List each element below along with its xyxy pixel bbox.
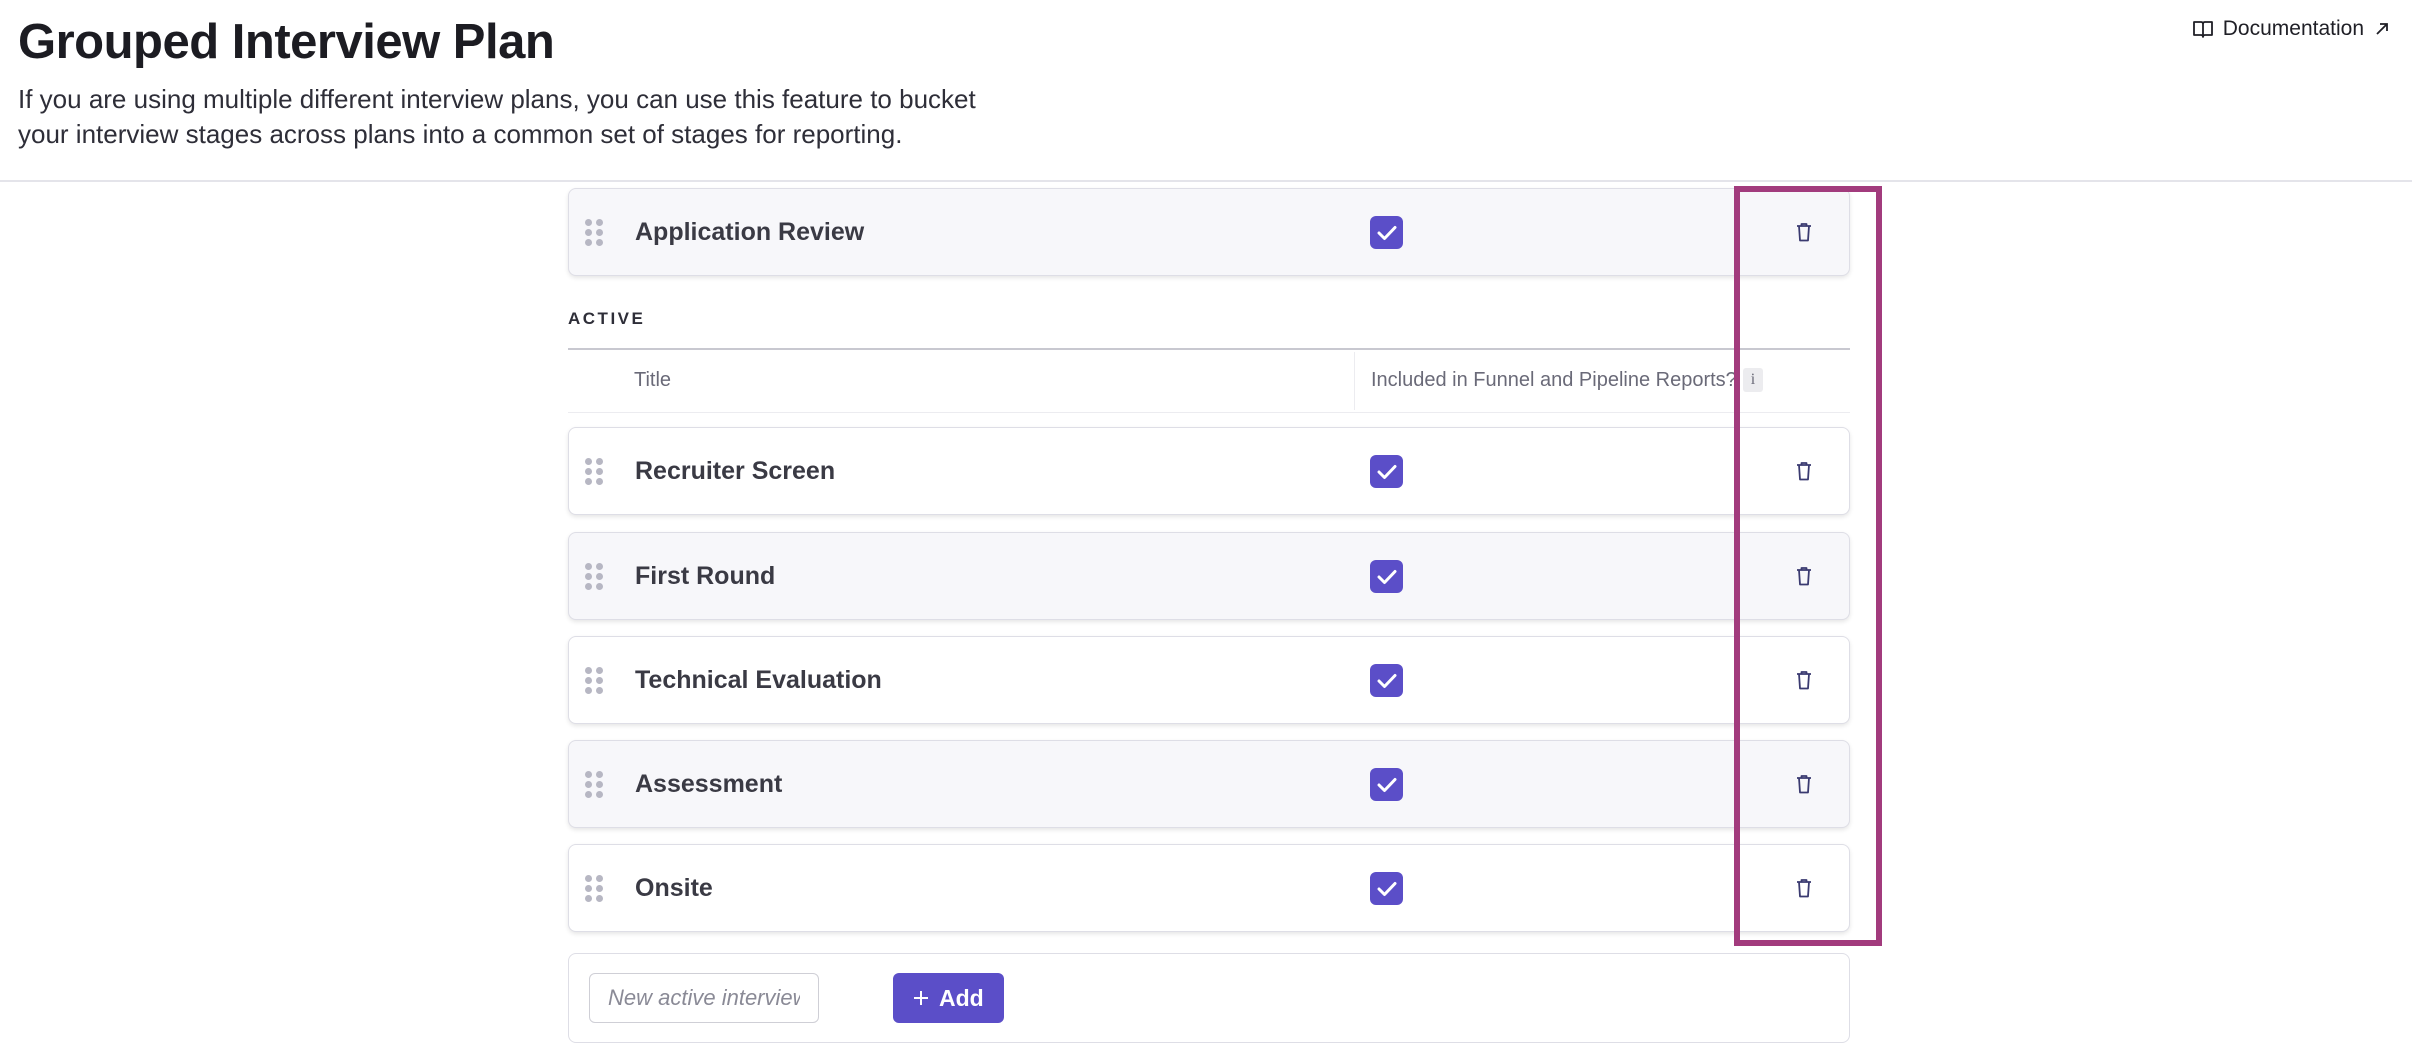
documentation-label: Documentation xyxy=(2222,17,2364,40)
included-checkbox[interactable] xyxy=(1370,664,1403,697)
stage-row-first-round: First Round xyxy=(568,532,1850,620)
included-checkbox[interactable] xyxy=(1370,768,1403,801)
checkmark-icon xyxy=(1377,881,1396,896)
stage-title: Onsite xyxy=(635,874,713,902)
column-divider xyxy=(1354,352,1355,410)
external-link-icon xyxy=(2374,21,2390,37)
trash-icon[interactable] xyxy=(1793,219,1815,245)
info-icon[interactable]: i xyxy=(1743,368,1763,392)
stage-title: Assessment xyxy=(635,770,783,798)
documentation-link[interactable]: Documentation xyxy=(2192,14,2390,44)
stage-row-recruiter-screen: Recruiter Screen xyxy=(568,427,1850,515)
section-label-active: ACTIVE xyxy=(568,309,646,328)
drag-handle-icon[interactable] xyxy=(585,875,603,903)
column-title-header: Title xyxy=(634,369,672,391)
trash-icon[interactable] xyxy=(1793,875,1815,901)
drag-handle-icon[interactable] xyxy=(585,219,603,247)
book-icon xyxy=(2192,20,2213,38)
stage-row-onsite: Onsite xyxy=(568,844,1850,932)
stage-row-application-review: Application Review xyxy=(568,188,1850,276)
page-description: If you are using multiple different inte… xyxy=(18,84,976,149)
drag-handle-icon[interactable] xyxy=(585,771,603,799)
column-header: Title Included in Funnel and Pipeline Re… xyxy=(568,348,1850,413)
included-checkbox[interactable] xyxy=(1370,455,1403,488)
add-button[interactable]: Add xyxy=(893,973,1004,1023)
plus-icon xyxy=(914,991,928,1005)
stage-title: First Round xyxy=(635,562,776,590)
page-header: Grouped Interview Plan If you are using … xyxy=(0,0,2412,182)
included-checkbox[interactable] xyxy=(1370,872,1403,905)
included-checkbox[interactable] xyxy=(1370,216,1403,249)
checkmark-icon xyxy=(1377,225,1396,240)
page-title: Grouped Interview Plan xyxy=(18,15,555,69)
new-stage-input[interactable] xyxy=(589,973,819,1023)
stage-row-technical-evaluation: Technical Evaluation xyxy=(568,636,1850,724)
drag-handle-icon[interactable] xyxy=(585,563,603,591)
stage-row-assessment: Assessment xyxy=(568,740,1850,828)
stage-title: Recruiter Screen xyxy=(635,457,836,485)
add-stage-form: Add xyxy=(568,953,1850,1043)
checkmark-icon xyxy=(1377,464,1396,479)
drag-handle-icon[interactable] xyxy=(585,667,603,695)
trash-icon[interactable] xyxy=(1793,458,1815,484)
add-button-label: Add xyxy=(939,984,984,1011)
stage-title: Technical Evaluation xyxy=(635,666,882,694)
checkmark-icon xyxy=(1377,673,1396,688)
trash-icon[interactable] xyxy=(1793,667,1815,693)
trash-icon[interactable] xyxy=(1793,563,1815,589)
included-checkbox[interactable] xyxy=(1370,560,1403,593)
drag-handle-icon[interactable] xyxy=(585,458,603,486)
column-included-header: Included in Funnel and Pipeline Reports? xyxy=(1371,369,1737,391)
checkmark-icon xyxy=(1377,777,1396,792)
checkmark-icon xyxy=(1377,569,1396,584)
stage-title: Application Review xyxy=(635,218,865,246)
trash-icon[interactable] xyxy=(1793,771,1815,797)
